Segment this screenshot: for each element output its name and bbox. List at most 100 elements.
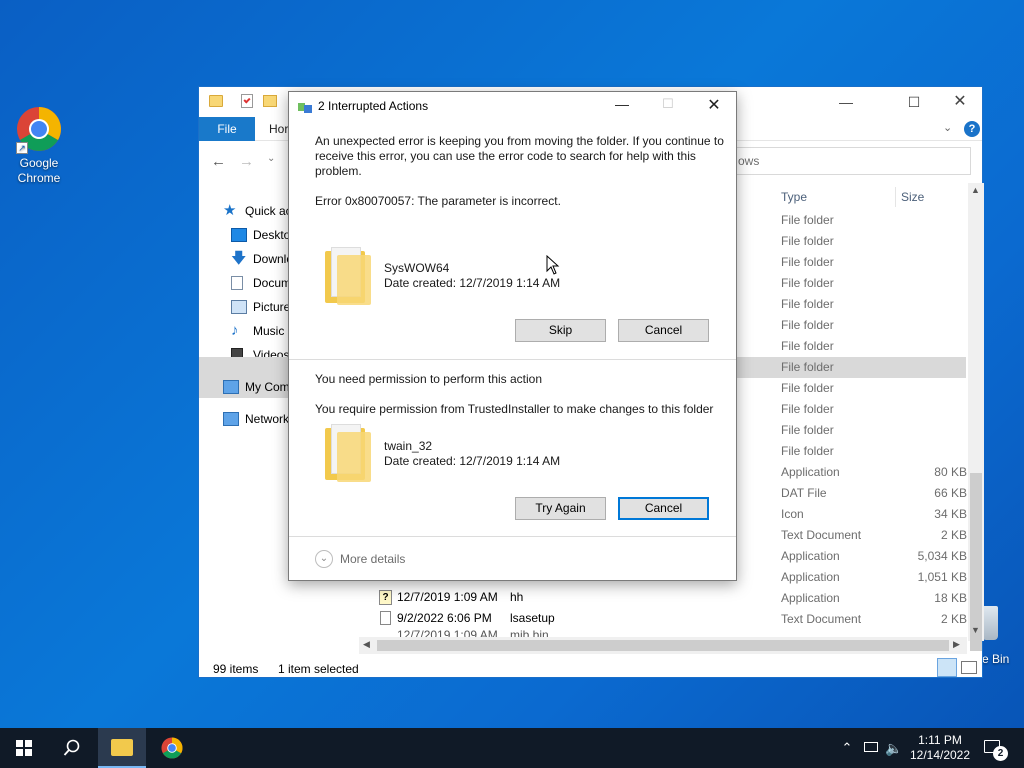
dialog-minimize-button[interactable]: — <box>607 96 637 118</box>
clock[interactable]: 1:11 PM 12/14/2022 <box>906 728 974 768</box>
download-icon: 🡇 <box>231 250 247 267</box>
horizontal-scrollbar[interactable]: ◀ ▶ <box>359 637 967 654</box>
large-icons-view-icon[interactable] <box>961 661 977 674</box>
file-row-type[interactable]: File folder <box>781 315 834 336</box>
file-row-type[interactable]: File folder <box>781 399 834 420</box>
network-icon[interactable] <box>862 728 880 768</box>
item-date: Date created: 12/7/2019 1:14 AM <box>384 454 561 468</box>
forward-arrow-icon[interactable]: → <box>239 153 254 170</box>
close-button[interactable]: ✕ <box>937 87 983 117</box>
vertical-scrollbar[interactable]: ▲ ▼ <box>968 183 984 651</box>
file-row-type[interactable]: File folder <box>781 357 834 378</box>
help-file-icon: ? <box>379 590 392 605</box>
column-divider <box>895 187 896 207</box>
permission-heading: You need permission to perform this acti… <box>315 372 543 386</box>
details-view-icon[interactable] <box>937 658 957 677</box>
file-row-name[interactable]: lsasetup <box>510 608 555 629</box>
file-row-size <box>899 252 967 273</box>
file-row-type[interactable]: File folder <box>781 252 834 273</box>
folder-icon <box>209 95 223 107</box>
computer-icon <box>223 380 239 394</box>
file-row-size <box>899 315 967 336</box>
column-header-size[interactable]: Size <box>901 187 924 207</box>
file-row-type[interactable]: File folder <box>781 441 834 462</box>
file-row-size <box>899 273 967 294</box>
file-row-type[interactable]: Application <box>781 546 840 567</box>
chevron-down-icon[interactable]: ⌄ <box>943 121 952 134</box>
file-row-type[interactable]: File folder <box>781 378 834 399</box>
file-row-name[interactable]: hh <box>510 587 523 608</box>
file-row-type[interactable]: File folder <box>781 273 834 294</box>
tab-home[interactable]: Hor <box>269 117 288 141</box>
desktop-icon-recycle-bin[interactable]: e Bin <box>978 606 1022 668</box>
file-row-type[interactable]: Application <box>781 462 840 483</box>
scroll-down-icon[interactable]: ▼ <box>971 625 980 635</box>
file-row-type[interactable]: Icon <box>781 504 804 525</box>
desktop-icon-label: Chrome <box>17 171 61 185</box>
dialog-title: 2 Interrupted Actions <box>318 99 429 113</box>
recent-locations-icon[interactable]: ⌄ <box>267 153 275 164</box>
column-header-type[interactable]: Type <box>781 187 807 207</box>
file-row-size: 5,034 KB <box>917 549 967 563</box>
scroll-up-icon[interactable]: ▲ <box>971 185 980 195</box>
new-folder-icon[interactable] <box>263 95 277 107</box>
section-divider <box>289 536 736 537</box>
search-icon <box>63 739 80 756</box>
file-row-date: 9/2/2022 6:06 PM <box>397 611 492 625</box>
file-row-type[interactable]: File folder <box>781 231 834 252</box>
clock-date: 12/14/2022 <box>909 748 971 762</box>
error-code: Error 0x80070057: The parameter is incor… <box>315 194 561 208</box>
notification-center-button[interactable]: 2 <box>980 728 1020 768</box>
tab-file[interactable]: File <box>199 117 255 141</box>
desktop-icon-label: Google <box>19 156 59 170</box>
taskbar-file-explorer[interactable] <box>98 728 146 768</box>
scroll-thumb[interactable] <box>377 640 949 651</box>
maximize-button[interactable]: ☐ <box>891 87 937 117</box>
properties-icon[interactable] <box>241 94 253 108</box>
show-hidden-icons[interactable]: ⌃ <box>838 728 856 768</box>
interrupted-actions-dialog: 2 Interrupted Actions — ☐ ✕ An unexpecte… <box>288 91 737 581</box>
file-row-size <box>899 357 967 378</box>
file-explorer-icon <box>111 739 133 756</box>
taskbar: ⌃ 🔈 1:11 PM 12/14/2022 2 <box>0 728 1024 768</box>
search-button[interactable] <box>48 728 96 768</box>
scroll-right-icon[interactable]: ▶ <box>953 639 960 650</box>
file-row-size: 80 KB <box>934 465 967 479</box>
file-row-type[interactable]: Text Document <box>781 609 861 630</box>
skip-button[interactable]: Skip <box>515 319 606 342</box>
desktop-icon-google-chrome[interactable]: ↗ Google Chrome <box>4 106 74 186</box>
taskbar-chrome[interactable] <box>148 728 196 768</box>
document-icon <box>231 276 243 290</box>
file-row-type[interactable]: File folder <box>781 294 834 315</box>
file-row-size: 18 KB <box>934 591 967 605</box>
permission-message: You require permission from TrustedInsta… <box>315 402 714 416</box>
file-row-type[interactable]: File folder <box>781 336 834 357</box>
file-row-size: 2 KB <box>940 612 967 626</box>
file-row-size <box>899 336 967 357</box>
file-row-type[interactable]: File folder <box>781 210 834 231</box>
chevron-down-icon: ⌄ <box>315 550 333 568</box>
volume-icon[interactable]: 🔈 <box>884 728 904 768</box>
file-row-type[interactable]: DAT File <box>781 483 827 504</box>
file-row-type[interactable]: Application <box>781 588 840 609</box>
error-message: An unexpected error is keeping you from … <box>315 134 724 178</box>
file-row-type[interactable]: File folder <box>781 420 834 441</box>
chrome-icon: ↗ <box>16 106 62 154</box>
minimize-button[interactable]: — <box>823 87 869 117</box>
start-button[interactable] <box>0 728 48 768</box>
search-box[interactable]: ows <box>735 147 971 175</box>
dialog-close-button[interactable]: ✕ <box>699 95 729 117</box>
file-row-size <box>899 294 967 315</box>
cancel-button[interactable]: Cancel <box>618 319 709 342</box>
scroll-left-icon[interactable]: ◀ <box>363 639 370 650</box>
cancel-button[interactable]: Cancel <box>618 497 709 520</box>
item-name: SysWOW64 <box>384 261 450 275</box>
file-row-size <box>899 210 967 231</box>
file-row-type[interactable]: Application <box>781 567 840 588</box>
back-arrow-icon[interactable]: ← <box>211 153 226 170</box>
section-divider <box>289 359 736 360</box>
file-row-type[interactable]: Text Document <box>781 525 861 546</box>
file-row-date: 12/7/2019 1:09 AM <box>397 629 498 637</box>
help-icon[interactable]: ? <box>964 121 980 137</box>
try-again-button[interactable]: Try Again <box>515 497 606 520</box>
